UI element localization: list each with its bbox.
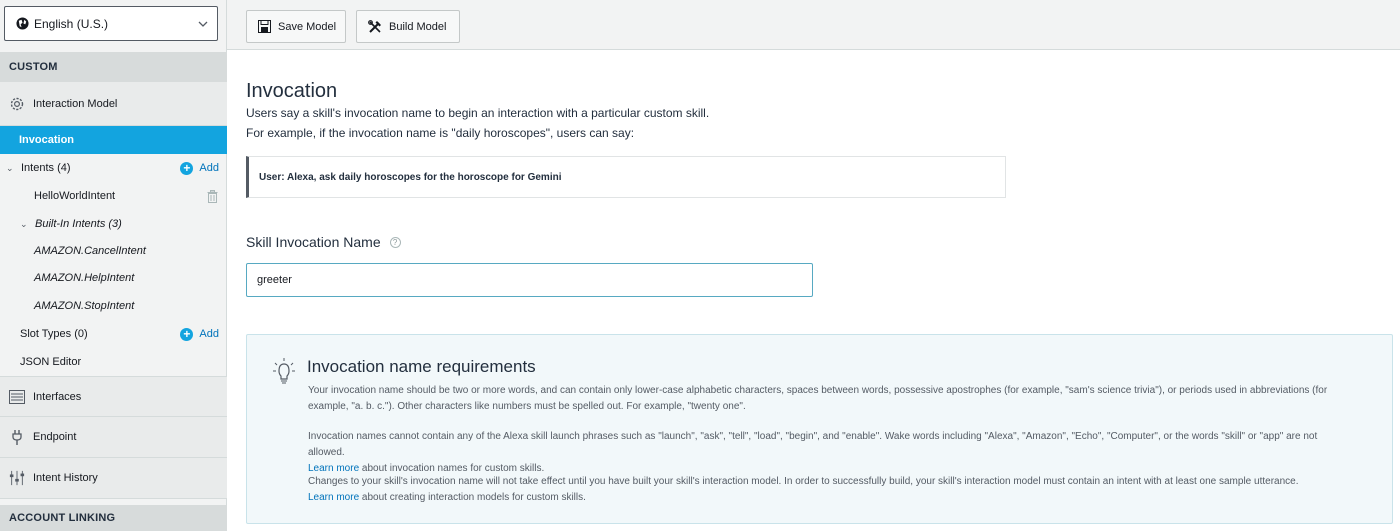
add-slot-type-button[interactable]: + Add (180, 327, 219, 341)
nav-endpoint[interactable]: Endpoint (0, 417, 227, 458)
nav-json-editor[interactable]: JSON Editor (0, 348, 227, 376)
sidebar: English (U.S.) CUSTOM Interaction Model … (0, 0, 227, 531)
nav-intent-history-label: Intent History (33, 472, 98, 484)
caret-down-icon: ⌄ (6, 162, 14, 173)
save-model-label: Save Model (278, 20, 337, 33)
requirements-paragraph-1: Your invocation name should be two or mo… (308, 385, 1328, 412)
plus-icon: + (180, 327, 194, 341)
nav-cancel-intent[interactable]: AMAZON.CancelIntent (0, 237, 227, 265)
requirements-title: Invocation name requirements (307, 357, 536, 376)
interfaces-icon (9, 389, 25, 405)
help-icon[interactable]: ? (389, 236, 401, 248)
plus-icon: + (180, 161, 194, 175)
nav-interaction-model[interactable]: Interaction Model (0, 82, 227, 126)
example-utterance: User: Alexa, ask daily horoscopes for th… (246, 156, 1006, 198)
hello-world-intent-label: HelloWorldIntent (34, 190, 116, 202)
nav-slot-types[interactable]: Slot Types (0) + Add (0, 320, 227, 348)
nav-intents-label: Intents (4) (21, 162, 71, 174)
requirements-paragraph-3: Changes to your skill's invocation name … (308, 474, 1338, 506)
learn-more-invocation-link[interactable]: Learn more (308, 463, 359, 474)
nav-interfaces[interactable]: Interfaces (0, 376, 227, 417)
section-account-linking: ACCOUNT LINKING (0, 505, 227, 531)
nav-invocation-label: Invocation (19, 134, 75, 146)
intro-text: Users say a skill's invocation name to b… (246, 106, 710, 120)
requirements-paragraph-2: Invocation names cannot contain any of t… (308, 429, 1338, 477)
build-model-label: Build Model (389, 20, 447, 33)
nav-interaction-model-label: Interaction Model (33, 97, 118, 110)
build-tools-icon (368, 19, 381, 33)
chevron-down-icon (198, 21, 208, 27)
requirements-panel: Invocation name requirements Your invoca… (246, 334, 1393, 524)
invocation-name-input[interactable] (246, 263, 813, 297)
locale-select[interactable]: English (U.S.) (4, 6, 218, 41)
lightbulb-icon (273, 358, 295, 384)
help-intent-label: AMAZON.HelpIntent (34, 272, 135, 284)
field-label-text: Skill Invocation Name (246, 234, 381, 250)
nav-stop-intent[interactable]: AMAZON.StopIntent (0, 292, 227, 320)
nav-hello-world-intent[interactable]: HelloWorldIntent (0, 182, 227, 210)
learn-more-models-link[interactable]: Learn more (308, 492, 359, 503)
page-title: Invocation (246, 80, 338, 102)
add-slot-type-label: Add (199, 328, 219, 340)
intro-example-text: For example, if the invocation name is "… (246, 126, 635, 140)
nav-built-in-intents[interactable]: ⌄ Built-In Intents (3) (0, 210, 227, 238)
add-intent-label: Add (199, 162, 219, 174)
trash-icon[interactable] (207, 190, 218, 203)
json-editor-label: JSON Editor (20, 356, 82, 368)
nav-interfaces-label: Interfaces (33, 390, 82, 403)
developer-console: English (U.S.) CUSTOM Interaction Model … (0, 0, 1400, 531)
slot-types-label: Slot Types (0) (20, 328, 88, 340)
main-content: Invocation Users say a skill's invocatio… (227, 50, 1400, 531)
skill-invocation-name-label: Skill Invocation Name ? (246, 234, 401, 250)
nav-invocation[interactable]: Invocation (0, 126, 227, 154)
caret-down-icon: ⌄ (20, 218, 28, 229)
toolbar: Save Model Build Model (227, 0, 1400, 50)
sliders-icon (9, 470, 25, 486)
cancel-intent-label: AMAZON.CancelIntent (34, 245, 146, 257)
section-custom: CUSTOM (0, 52, 227, 82)
build-model-button[interactable]: Build Model (356, 10, 460, 43)
nav-help-intent[interactable]: AMAZON.HelpIntent (0, 264, 227, 292)
locale-label: English (U.S.) (34, 16, 109, 31)
globe-icon (16, 17, 29, 30)
requirements-p2-text: Invocation names cannot contain any of t… (308, 431, 1318, 458)
plug-icon (9, 429, 25, 445)
nav-intents[interactable]: ⌄ Intents (4) + Add (0, 154, 227, 182)
built-in-intents-label: Built-In Intents (3) (35, 218, 122, 230)
requirements-p3-text: Changes to your skill's invocation name … (308, 476, 1299, 487)
save-model-button[interactable]: Save Model (246, 10, 346, 43)
save-icon (258, 20, 271, 33)
gear-icon (9, 96, 25, 112)
requirements-p2-tail: about invocation names for custom skills… (359, 463, 545, 474)
add-intent-button[interactable]: + Add (180, 161, 219, 175)
nav-endpoint-label: Endpoint (33, 431, 77, 443)
requirements-p3-tail: about creating interaction models for cu… (359, 492, 586, 503)
nav-intent-history[interactable]: Intent History (0, 458, 227, 499)
stop-intent-label: AMAZON.StopIntent (34, 300, 135, 312)
